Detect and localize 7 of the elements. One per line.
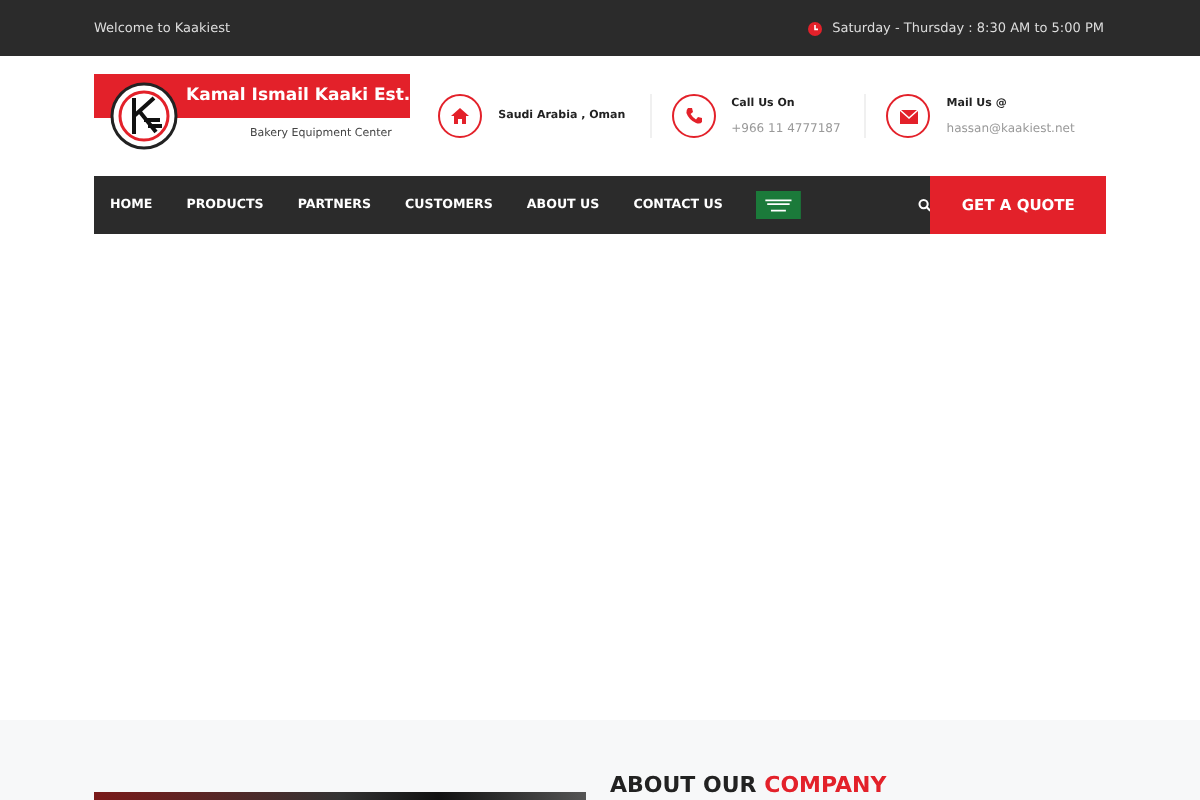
search-icon[interactable]	[917, 198, 931, 212]
clock-icon	[808, 21, 823, 35]
phone-icon	[683, 106, 704, 126]
home-icon	[450, 106, 471, 126]
flag-icon[interactable]	[756, 190, 802, 220]
envelope-icon	[897, 107, 920, 125]
about-heading: ABOUT OUR COMPANY	[610, 772, 887, 798]
